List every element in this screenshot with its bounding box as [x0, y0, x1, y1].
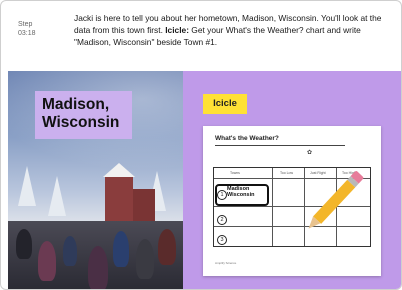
worksheet-panel: Icicle What's the Weather? ✿ Towns Too L…	[183, 71, 401, 289]
person	[38, 241, 56, 281]
person	[88, 246, 108, 289]
slide-image: Madison, Wisconsin Icicle What's the Wea…	[8, 71, 401, 289]
grid-line	[214, 206, 370, 207]
person	[63, 236, 77, 266]
step-time: 03:18	[18, 30, 36, 37]
building	[133, 189, 155, 221]
header-towns: Towns	[230, 171, 240, 175]
person	[113, 231, 129, 267]
worksheet-title: What's the Weather?	[215, 135, 279, 142]
grid-line	[214, 226, 370, 227]
building-roof	[103, 163, 135, 177]
snowy-tree	[48, 176, 66, 216]
step-label: Step	[18, 21, 33, 28]
lesson-frame: Step 03:18 Jacki is here to tell you abo…	[0, 0, 402, 290]
header-just-right: Just Right	[310, 171, 326, 175]
worksheet-footer: Amplify Science	[215, 261, 237, 265]
weather-worksheet: What's the Weather? ✿ Towns Too Low Just…	[203, 126, 381, 276]
header-too-low: Too Low	[280, 171, 294, 175]
city-title: Madison, Wisconsin	[35, 91, 132, 139]
person	[16, 229, 32, 259]
grid-line	[304, 168, 305, 246]
town-1-text: Madison Wisconsin	[227, 186, 255, 198]
name-tag: Icicle	[203, 94, 247, 114]
person	[158, 229, 176, 265]
crowd	[8, 221, 183, 289]
person	[136, 239, 154, 279]
worksheet-rule	[215, 145, 345, 146]
madison-photo: Madison, Wisconsin	[8, 71, 183, 289]
row-number: 1	[217, 190, 227, 200]
snowy-tree	[18, 166, 36, 206]
sketch-icon: ✿	[307, 150, 313, 156]
grid-line	[272, 168, 273, 246]
narration-bold: Icicle:	[165, 25, 189, 35]
narration-text: Jacki is here to tell you about her home…	[74, 12, 390, 48]
row-number: 3	[217, 235, 227, 245]
row-number: 2	[217, 215, 227, 225]
building	[105, 177, 133, 221]
